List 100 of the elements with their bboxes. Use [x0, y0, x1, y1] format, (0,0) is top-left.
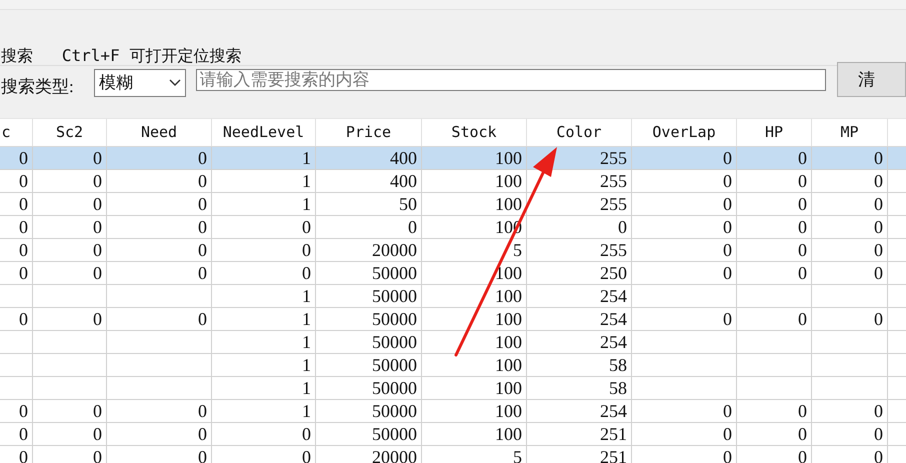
- column-header[interactable]: c: [0, 119, 33, 146]
- table-cell: 100: [495, 195, 522, 213]
- table-cell: 0: [618, 218, 627, 236]
- column-header[interactable]: HP: [737, 119, 812, 146]
- table-cell: 0: [19, 218, 28, 236]
- table-cell: 50: [399, 195, 417, 213]
- table-cell: 400: [390, 149, 417, 167]
- table-cell: 254: [600, 402, 627, 420]
- table-cell: 100: [495, 310, 522, 328]
- table-cell: 0: [198, 149, 207, 167]
- table-cell: 0: [302, 241, 311, 259]
- table-cell: 1: [302, 172, 311, 190]
- table-row[interactable]: 1 50000 100 254: [0, 285, 906, 308]
- table-row[interactable]: 0 0 0 1 50 100 255 0 0 0: [0, 193, 906, 216]
- table-row[interactable]: 1 50000 100 58: [0, 377, 906, 400]
- search-type-dropdown[interactable]: 模糊: [94, 69, 186, 97]
- column-header[interactable]: Need: [107, 119, 212, 146]
- table-cell: 255: [600, 241, 627, 259]
- table-cell: 0: [198, 172, 207, 190]
- table-cell: 0: [198, 218, 207, 236]
- table-cell: 1: [302, 402, 311, 420]
- table-cell: 0: [798, 218, 807, 236]
- table-cell: 100: [495, 287, 522, 305]
- table-cell: 255: [600, 195, 627, 213]
- table-cell: 0: [874, 402, 883, 420]
- table-cell: 0: [723, 448, 732, 463]
- table-row[interactable]: 0 0 0 0 50000 100 251 0 0 0: [0, 423, 906, 446]
- table-cell: 0: [798, 310, 807, 328]
- table-cell: 1: [302, 287, 311, 305]
- table-cell: 255: [600, 172, 627, 190]
- search-field[interactable]: 请输入需要搜索的内容: [196, 69, 826, 91]
- table-cell: 0: [723, 310, 732, 328]
- table-row[interactable]: 0 0 0 1 50000 100 254 0 0 0: [0, 400, 906, 423]
- table-cell: 0: [198, 195, 207, 213]
- table-cell: 0: [874, 195, 883, 213]
- table-cell: 0: [198, 425, 207, 443]
- table-row[interactable]: 0 0 0 0 20000 5 255 0 0 0: [0, 239, 906, 262]
- table-cell: 100: [495, 264, 522, 282]
- column-header[interactable]: Stock: [422, 119, 527, 146]
- table-cell: 0: [798, 195, 807, 213]
- table-cell: 0: [798, 264, 807, 282]
- column-header[interactable]: OverLap: [632, 119, 737, 146]
- table-cell: 0: [93, 241, 102, 259]
- column-header[interactable]: Price: [316, 119, 422, 146]
- table-row[interactable]: 0 0 0 1 400 100 255 0 0 0: [0, 147, 906, 170]
- table-cell: 0: [93, 172, 102, 190]
- table-cell: 0: [723, 218, 732, 236]
- table-cell: 100: [495, 379, 522, 397]
- table-cell: 1: [302, 149, 311, 167]
- table-cell: 0: [19, 149, 28, 167]
- column-header[interactable]: NeedLevel: [212, 119, 316, 146]
- table-cell: 0: [798, 448, 807, 463]
- table-row[interactable]: 0 0 0 1 50000 100 254 0 0 0: [0, 308, 906, 331]
- table-cell: 0: [19, 195, 28, 213]
- search-type-label: 搜索类型:: [1, 76, 75, 98]
- table-cell: 100: [495, 356, 522, 374]
- table-cell: 0: [798, 172, 807, 190]
- table-cell: 0: [723, 172, 732, 190]
- table-cell: 50000: [372, 264, 417, 282]
- table-cell: 0: [198, 241, 207, 259]
- column-header[interactable]: MP: [812, 119, 888, 146]
- table-cell: 50000: [372, 356, 417, 374]
- table-cell: 1: [302, 333, 311, 351]
- table-cell: 50000: [372, 379, 417, 397]
- table-cell: 0: [198, 310, 207, 328]
- table-cell: 1: [302, 379, 311, 397]
- table-cell: 0: [93, 425, 102, 443]
- table-cell: 0: [723, 149, 732, 167]
- table-cell: 0: [198, 264, 207, 282]
- table-row[interactable]: 0 0 0 0 50000 100 250 0 0 0: [0, 262, 906, 285]
- table-cell: 50000: [372, 333, 417, 351]
- table-cell: 5: [513, 448, 522, 463]
- table-row[interactable]: 0 0 0 1 400 100 255 0 0 0: [0, 170, 906, 193]
- table-cell: 20000: [372, 448, 417, 463]
- table-cell: 58: [609, 379, 627, 397]
- table-cell: 58: [609, 356, 627, 374]
- table-cell: 0: [19, 448, 28, 463]
- table-cell: 0: [198, 448, 207, 463]
- table-cell: 0: [798, 149, 807, 167]
- clear-button[interactable]: 清: [836, 62, 906, 97]
- table-cell: 0: [198, 402, 207, 420]
- table-cell: 0: [723, 425, 732, 443]
- table-cell: 1: [302, 195, 311, 213]
- table-cell: 251: [600, 448, 627, 463]
- table-cell: 0: [93, 195, 102, 213]
- table-cell: 0: [19, 425, 28, 443]
- table-cell: 0: [93, 310, 102, 328]
- table-cell: 400: [390, 172, 417, 190]
- column-header[interactable]: Color: [527, 119, 632, 146]
- search-hint: 搜索 Ctrl+F 可打开定位搜索: [1, 48, 242, 64]
- table-cell: 0: [798, 241, 807, 259]
- table-cell: 0: [874, 172, 883, 190]
- table-row[interactable]: 1 50000 100 58: [0, 354, 906, 377]
- table-row[interactable]: 1 50000 100 254: [0, 331, 906, 354]
- table-cell: 254: [600, 287, 627, 305]
- column-header[interactable]: Sc2: [33, 119, 107, 146]
- table-cell: 0: [723, 195, 732, 213]
- table-cell: 0: [302, 264, 311, 282]
- table-cell: 0: [302, 425, 311, 443]
- table-cell: 0: [874, 448, 883, 463]
